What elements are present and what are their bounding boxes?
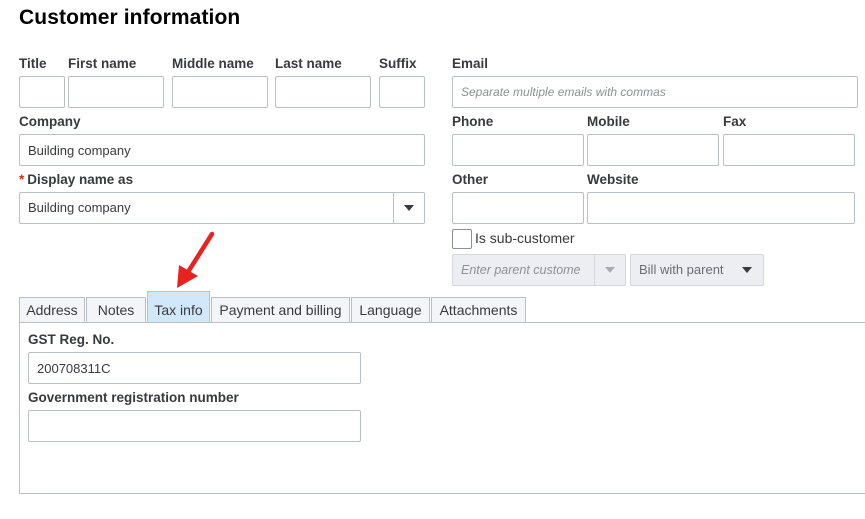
title-field[interactable] [19, 76, 65, 108]
chevron-down-icon [605, 267, 615, 273]
display-name-select[interactable]: Building company [19, 192, 425, 224]
display-name-dropdown-button[interactable] [393, 193, 424, 223]
gst-reg-field[interactable] [28, 352, 361, 384]
parent-customer-dropdown-button[interactable] [594, 255, 625, 285]
other-label: Other [452, 172, 489, 187]
bill-with-parent-value: Bill with parent [639, 262, 724, 277]
last-name-field[interactable] [275, 76, 371, 108]
tax-info-panel [19, 322, 865, 494]
phone-label: Phone [452, 114, 494, 129]
gst-reg-label: GST Reg. No. [28, 332, 115, 347]
chevron-down-icon [404, 205, 414, 211]
tab-address[interactable]: Address [19, 297, 85, 322]
title-label: Title [19, 56, 47, 71]
gov-registration-field[interactable] [28, 410, 361, 442]
company-field[interactable] [19, 134, 425, 166]
fax-label: Fax [723, 114, 747, 129]
suffix-label: Suffix [379, 56, 417, 71]
display-name-label: * Display name as [19, 172, 133, 187]
sub-customer-label: Is sub-customer [475, 230, 575, 246]
mobile-field[interactable] [587, 134, 719, 166]
display-name-label-text: Display name as [27, 172, 134, 187]
mobile-label: Mobile [587, 114, 630, 129]
required-mark: * [19, 172, 25, 187]
fax-field[interactable] [723, 134, 855, 166]
email-field[interactable] [452, 76, 858, 108]
phone-field[interactable] [452, 134, 584, 166]
website-label: Website [587, 172, 639, 187]
parent-customer-select[interactable]: Enter parent custome [452, 254, 626, 286]
tab-attachments[interactable]: Attachments [431, 297, 526, 322]
display-name-value: Building company [28, 200, 131, 215]
tab-notes[interactable]: Notes [86, 297, 146, 322]
chevron-down-icon [742, 267, 752, 273]
parent-customer-placeholder: Enter parent custome [461, 263, 581, 277]
tab-payment-and-billing[interactable]: Payment and billing [211, 297, 350, 322]
last-name-label: Last name [275, 56, 342, 71]
other-field[interactable] [452, 192, 584, 224]
middle-name-label: Middle name [172, 56, 254, 71]
first-name-label: First name [68, 56, 137, 71]
suffix-field[interactable] [379, 76, 425, 108]
website-field[interactable] [587, 192, 855, 224]
page-title: Customer information [19, 6, 241, 29]
bill-with-parent-select[interactable]: Bill with parent [630, 254, 764, 286]
gov-registration-label: Government registration number [28, 390, 239, 405]
email-label: Email [452, 56, 489, 71]
company-label: Company [19, 114, 81, 129]
tab-tax-info[interactable]: Tax info [147, 291, 210, 323]
tab-language[interactable]: Language [351, 297, 430, 322]
annotation-arrow-icon [177, 231, 215, 288]
first-name-field[interactable] [68, 76, 164, 108]
sub-customer-checkbox[interactable] [452, 229, 472, 249]
middle-name-field[interactable] [172, 76, 268, 108]
